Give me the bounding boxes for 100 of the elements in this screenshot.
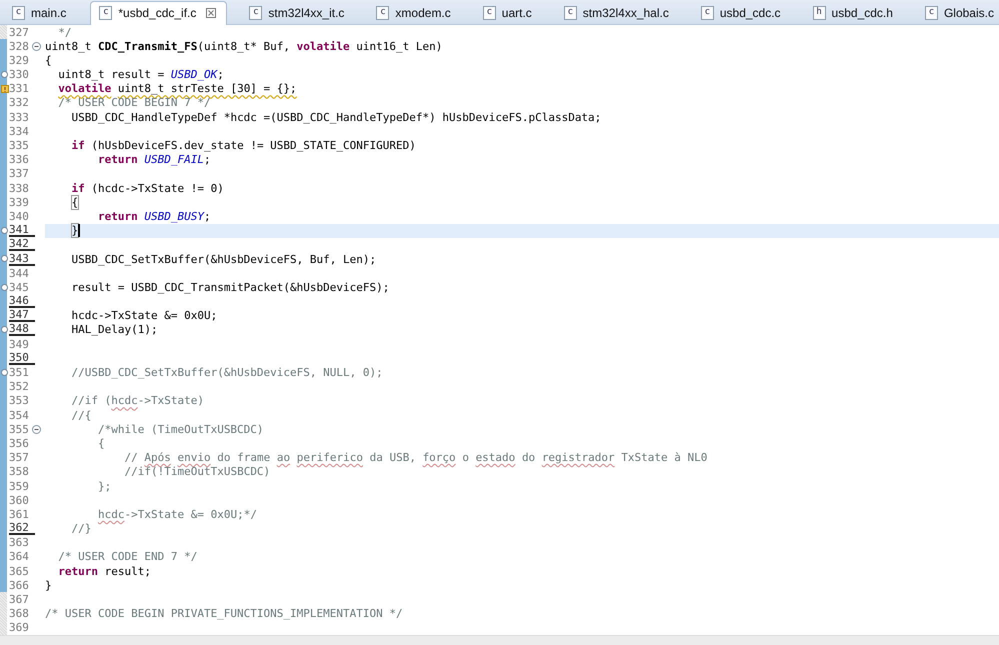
line-number: 344 <box>9 266 30 280</box>
code-comment: //if ( <box>72 394 112 408</box>
horizontal-scrollbar[interactable] <box>0 635 999 645</box>
code-text: } <box>45 578 52 592</box>
editor-tab[interactable]: c Globais.c <box>916 2 999 24</box>
line-number: 338 <box>9 182 30 195</box>
line-number: 330 <box>9 68 30 82</box>
code-text: ; <box>204 210 211 223</box>
code-comment: da USB, <box>370 451 417 464</box>
line-number: 350 <box>9 352 35 365</box>
line-number: 339 <box>9 196 30 209</box>
code-text: (hUsbDeviceFS.dev_state != USBD_STATE_CONFIGURED) <box>91 139 416 152</box>
line-number: 362 <box>9 522 35 536</box>
line-number: 348 <box>9 323 35 336</box>
code-comment: /*while (TimeOutTxUSBCDC) <box>98 422 264 436</box>
line-number: 328 <box>9 40 30 53</box>
code-comment: do frame <box>217 451 272 464</box>
line-number: 363 <box>9 536 30 550</box>
matching-bracket: { <box>72 196 78 209</box>
editor-tab[interactable]: h usbd_cdc.h <box>804 2 903 24</box>
file-icon: c <box>249 6 262 20</box>
code-comment: do <box>522 451 536 464</box>
editor-tab[interactable]: c usbd_cdc.c <box>692 2 791 24</box>
code-text: uint8_t <box>45 40 92 53</box>
file-icon: c <box>924 6 938 20</box>
code-comment: /* USER CODE END 7 */ <box>58 550 198 564</box>
line-number: 346 <box>9 295 35 308</box>
line-number: 342 <box>9 238 35 252</box>
code-text: (hcdc->TxState != 0) <box>91 182 224 195</box>
line-number: 364 <box>9 550 30 564</box>
editor-tab[interactable]: c uart.c <box>474 2 542 24</box>
code-text: (uint8_t* Buf, <box>197 40 292 53</box>
line-number: 351 <box>9 366 30 380</box>
code-text: { <box>45 54 52 67</box>
line-number: 361 <box>9 508 30 521</box>
code-keyword: volatile <box>296 40 350 53</box>
code-comment: ->TxState) <box>138 394 204 408</box>
code-comment: registrador <box>542 451 615 464</box>
code-comment: estado <box>476 451 516 464</box>
line-number: 359 <box>9 480 30 493</box>
line-number: 341 <box>9 224 35 238</box>
code-keyword: return <box>98 210 138 223</box>
code-text: USBD_CDC_HandleTypeDef *hcdc =(USBD_CDC_HandleTypeDef*) hUsbDeviceFS.pClassData; <box>72 110 602 124</box>
code-keyword: volatile <box>58 82 112 96</box>
editor-tab[interactable]: c main.c <box>4 2 76 24</box>
code-keyword: return <box>58 564 98 578</box>
collapse-icon[interactable] <box>32 424 41 434</box>
file-icon: c <box>376 6 390 20</box>
code-comment: forço <box>422 451 456 464</box>
code-comment: ->TxState &= 0x0U;*/ <box>124 508 257 521</box>
code-constant: USBD_FAIL <box>144 153 204 166</box>
text-cursor <box>78 224 80 238</box>
line-number: 331 <box>9 82 30 96</box>
line-number: 369 <box>9 621 30 634</box>
code-comment: // <box>124 451 139 464</box>
line-number: 332 <box>9 96 30 110</box>
code-keyword: return <box>98 153 138 166</box>
line-number: 367 <box>9 593 30 606</box>
line-number: 360 <box>9 494 30 507</box>
line-number: 356 <box>9 436 30 450</box>
code-constant: USBD_OK <box>170 68 218 82</box>
code-text: hcdc->TxState &= 0x0U; <box>72 309 218 322</box>
code-comment: Após <box>144 451 171 464</box>
line-number: 368 <box>9 607 30 620</box>
editor-tab[interactable]: c xmodem.c <box>368 2 461 24</box>
code-keyword: if <box>72 139 85 152</box>
code-constant: USBD_BUSY <box>144 210 204 223</box>
code-comment: periferico <box>296 451 363 464</box>
code-comment: o <box>462 451 470 464</box>
line-number: 358 <box>9 465 30 478</box>
code-comment: //{ <box>72 408 92 422</box>
file-icon: c <box>564 6 577 20</box>
editor-tab[interactable]: c stm32l4xx_it.c <box>241 2 354 24</box>
file-icon: h <box>812 6 826 20</box>
line-number: 343 <box>9 252 35 266</box>
close-icon[interactable] <box>206 8 216 18</box>
file-icon: c <box>482 6 496 20</box>
code-text: uint16_t Len) <box>356 40 442 53</box>
code-text: ; <box>217 68 224 82</box>
line-number: 334 <box>9 124 30 138</box>
code-comment: hcdc <box>111 394 138 408</box>
line-number: 347 <box>9 309 35 322</box>
line-number: 336 <box>9 153 30 166</box>
code-comment: /* USER CODE BEGIN PRIVATE_FUNCTIONS_IMPLEMENTATION */ <box>45 607 403 620</box>
collapse-icon[interactable] <box>32 42 41 51</box>
file-icon: c <box>99 6 112 20</box>
line-number: 353 <box>9 394 30 408</box>
line-number: 365 <box>9 564 30 578</box>
code-text: USBD_CDC_SetTxBuffer(&hUsbDeviceFS, Buf, Len); <box>72 252 376 266</box>
code-comment: { <box>98 436 105 450</box>
function-name: CDC_Transmit_FS <box>98 40 198 53</box>
editor-tab[interactable]: c stm32l4xx_hal.c <box>556 2 679 24</box>
code-text: HAL_Delay(1); <box>72 323 158 336</box>
editor-tab[interactable]: c *usbd_cdc_if.c <box>90 0 228 25</box>
line-number: 340 <box>9 210 30 223</box>
code-text: uint8_t result = <box>58 68 166 82</box>
file-icon: c <box>700 6 714 20</box>
code-comment: envio <box>177 451 211 464</box>
line-number: 352 <box>9 380 30 394</box>
line-number: 354 <box>9 408 30 422</box>
